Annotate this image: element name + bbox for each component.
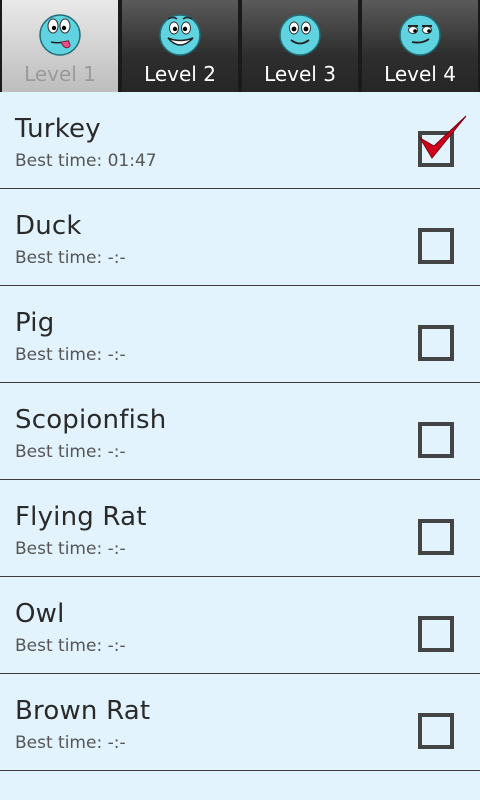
level-name: Duck <box>15 211 82 241</box>
app-screen: Level 1 Level 2 Level 3 Level 4 Turkey B… <box>0 0 480 800</box>
tab-label: Level 1 <box>24 62 96 86</box>
tab-label: Level 3 <box>264 62 336 86</box>
list-item[interactable]: Brown Rat Best time: -:- <box>0 674 480 771</box>
smile-face-icon <box>279 14 321 56</box>
level-name: Owl <box>15 599 65 629</box>
list-item[interactable]: Pig Best time: -:- <box>0 286 480 383</box>
level-name: Brown Rat <box>15 696 151 726</box>
checkmark-icon <box>418 115 467 159</box>
best-time-label: Best time: -:- <box>15 442 126 462</box>
best-time-label: Best time: -:- <box>15 248 126 268</box>
tab-level-2[interactable]: Level 2 <box>122 0 238 92</box>
completed-checkbox[interactable] <box>418 616 454 652</box>
completed-checkbox[interactable] <box>418 325 454 361</box>
best-time-label: Best time: -:- <box>15 539 126 559</box>
completed-checkbox[interactable] <box>418 713 454 749</box>
completed-checkbox[interactable] <box>418 228 454 264</box>
tongue-face-icon <box>39 14 81 56</box>
tab-level-4[interactable]: Level 4 <box>362 0 478 92</box>
level-tab-bar: Level 1 Level 2 Level 3 Level 4 <box>0 0 480 92</box>
level-name: Scopionfish <box>15 405 167 435</box>
best-time-label: Best time: 01:47 <box>15 151 157 171</box>
best-time-label: Best time: -:- <box>15 733 126 753</box>
tab-label: Level 2 <box>144 62 216 86</box>
list-item[interactable]: Scopionfish Best time: -:- <box>0 383 480 480</box>
list-item[interactable]: Duck Best time: -:- <box>0 189 480 286</box>
completed-checkbox[interactable] <box>418 422 454 458</box>
list-item[interactable]: Owl Best time: -:- <box>0 577 480 674</box>
completed-checkbox[interactable] <box>418 519 454 555</box>
level-name: Turkey <box>15 114 101 144</box>
list-item[interactable]: Turkey Best time: 01:47 <box>0 92 480 189</box>
smirk-face-icon <box>399 14 441 56</box>
tab-level-1[interactable]: Level 1 <box>2 0 118 92</box>
best-time-label: Best time: -:- <box>15 636 126 656</box>
best-time-label: Best time: -:- <box>15 345 126 365</box>
tab-label: Level 4 <box>384 62 456 86</box>
level-name: Flying Rat <box>15 502 147 532</box>
list-item[interactable]: Flying Rat Best time: -:- <box>0 480 480 577</box>
level-list: Turkey Best time: 01:47 Duck Best time: … <box>0 92 480 771</box>
grin-face-icon <box>159 14 201 56</box>
tab-level-3[interactable]: Level 3 <box>242 0 358 92</box>
level-name: Pig <box>15 308 55 338</box>
